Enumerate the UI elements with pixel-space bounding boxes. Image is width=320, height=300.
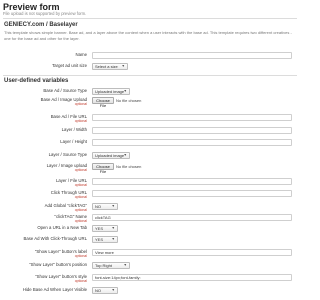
field-select-value: NO: [95, 288, 101, 293]
field-label: "Show Layer" button's label optional: [1, 249, 87, 258]
field-select-value: YES: [95, 237, 104, 242]
field-input[interactable]: [92, 178, 292, 185]
field-label: Hide Base Ad When Layer Visible: [1, 287, 87, 292]
field-label: Open a URL in a New Tab: [1, 225, 87, 230]
target-size-value: Select a size: [95, 64, 118, 69]
field-label-text: Layer / Height: [60, 139, 87, 144]
field-label: Layer / File URL optional: [1, 178, 87, 187]
field-label: Add Global "clickTAG" optional: [1, 203, 87, 212]
field-label: Click Through URL optional: [1, 190, 87, 199]
field-row: Click Through URL optional: [0, 190, 300, 200]
field-label: "Show Layer" button's position: [1, 262, 87, 267]
optional-tag: optional: [74, 183, 87, 187]
chevron-down-icon: ▼: [123, 263, 127, 267]
optional-tag: optional: [74, 102, 87, 106]
field-label: Layer / Height: [1, 139, 87, 144]
optional-tag: optional: [74, 219, 87, 223]
field-row: Base Ad / File URL optional: [0, 114, 300, 124]
field-label-text: Base Ad With Click-Through URL: [23, 236, 87, 241]
field-input[interactable]: [92, 127, 292, 134]
field-label: Base Ad With Click-Through URL: [1, 236, 87, 241]
field-row: Open a URL in a New Tab YES ▼: [0, 225, 300, 235]
preview-form-page: Preview form File upload is not supporte…: [0, 0, 300, 300]
field-label: Layer / Source Type: [1, 152, 87, 157]
chevron-down-icon: ▼: [123, 153, 127, 157]
field-label-text: Base Ad / Source Type: [43, 88, 87, 93]
intro-title: GENIECY.com / Baselayer: [4, 22, 78, 28]
field-select[interactable]: YES ▼: [92, 225, 118, 232]
field-row: Layer / Width: [0, 127, 300, 137]
field-row: Layer / Source Type Uploaded image ▼: [0, 152, 300, 162]
chevron-down-icon: ▼: [123, 89, 127, 93]
field-select[interactable]: YES ▼: [92, 236, 118, 243]
choose-file-button[interactable]: Choose File: [92, 97, 114, 108]
optional-tag: optional: [74, 279, 87, 283]
name-label: Name: [75, 52, 87, 57]
field-label: Layer / Width: [1, 127, 87, 132]
field-label: Base Ad / Source Type: [1, 88, 87, 93]
user-defined-title: User-defined variables: [4, 78, 69, 84]
field-row: "clickTAG" Name optional clickTAG: [0, 214, 300, 224]
field-label: "clickTAG" Name optional: [1, 214, 87, 223]
name-input[interactable]: [92, 52, 292, 59]
field-label: Base Ad / Image Upload optional: [1, 97, 87, 106]
field-row: "Show Layer" button's style optional font-…: [0, 274, 300, 284]
field-row: Base Ad With Click-Through URL YES ▼: [0, 236, 300, 246]
page-subtitle: File upload is not supported by preview …: [3, 11, 87, 16]
field-label: Base Ad / File URL optional: [1, 114, 87, 123]
target-size-select[interactable]: Select a size ▼: [92, 63, 128, 70]
field-row: "Show Layer" button's label optional View …: [0, 249, 300, 259]
choose-file-button[interactable]: Choose File: [92, 163, 114, 174]
field-select-value: NO: [95, 204, 101, 209]
field-row: Layer / Image upload optional Choose File N…: [0, 163, 300, 174]
chevron-down-icon: ▼: [111, 226, 115, 230]
field-label: "Show Layer" button's style optional: [1, 274, 87, 283]
field-label-text: Layer / Source Type: [48, 152, 87, 157]
section-divider: [3, 75, 297, 76]
intro-description: This template shows simple banner. Base …: [4, 30, 292, 41]
field-label-text: Hide Base Ad When Layer Visible: [22, 287, 87, 292]
field-row: Hide Base Ad When Layer Visible NO ▼: [0, 287, 300, 297]
field-input[interactable]: View more: [92, 249, 292, 256]
field-row: "Show Layer" button's position Top Right ▼: [0, 262, 300, 272]
field-input[interactable]: [92, 114, 292, 121]
optional-tag: optional: [74, 195, 87, 199]
field-label: Layer / Image upload optional: [1, 163, 87, 172]
no-file-text: No file chosen: [116, 164, 142, 169]
field-select-value: Uploaded image: [95, 89, 125, 94]
field-row: Layer / Height: [0, 139, 300, 149]
field-select[interactable]: Uploaded image ▼: [92, 88, 130, 95]
chevron-down-icon: ▼: [111, 204, 115, 208]
field-input[interactable]: [92, 190, 292, 197]
field-row: Add Global "clickTAG" optional NO ▼: [0, 203, 300, 213]
field-row: Layer / File URL optional: [0, 178, 300, 188]
field-select[interactable]: NO ▼: [92, 203, 118, 210]
optional-tag: optional: [74, 208, 87, 212]
field-select-value: Top Right: [95, 263, 112, 268]
target-size-label: Target ad unit size: [52, 63, 87, 68]
optional-tag: optional: [74, 254, 87, 258]
optional-tag: optional: [74, 168, 87, 172]
field-input[interactable]: font-size:14px;font-family:: [92, 274, 292, 281]
optional-tag: optional: [74, 119, 87, 123]
field-row: Base Ad / Image Upload optional Choose Fil…: [0, 97, 300, 108]
field-select[interactable]: Top Right ▼: [92, 262, 130, 269]
field-input[interactable]: [92, 139, 292, 146]
name-row: Name: [0, 52, 300, 62]
field-input[interactable]: clickTAG: [92, 214, 292, 221]
field-label-text: Layer / Width: [61, 127, 87, 132]
field-label-text: Open a URL in a New Tab: [37, 225, 87, 230]
header-divider: [3, 18, 297, 19]
field-select-value: YES: [95, 226, 104, 231]
field-label-text: "Show Layer" button's position: [29, 262, 87, 267]
chevron-down-icon: ▼: [111, 237, 115, 241]
chevron-down-icon: ▼: [111, 288, 115, 292]
field-select-value: Uploaded image: [95, 153, 125, 158]
field-select[interactable]: NO ▼: [92, 287, 118, 294]
target-size-row: Target ad unit size Select a size ▼: [0, 63, 300, 73]
no-file-text: No file chosen: [116, 98, 142, 103]
field-select[interactable]: Uploaded image ▼: [92, 152, 130, 159]
chevron-down-icon: ▼: [121, 64, 125, 68]
